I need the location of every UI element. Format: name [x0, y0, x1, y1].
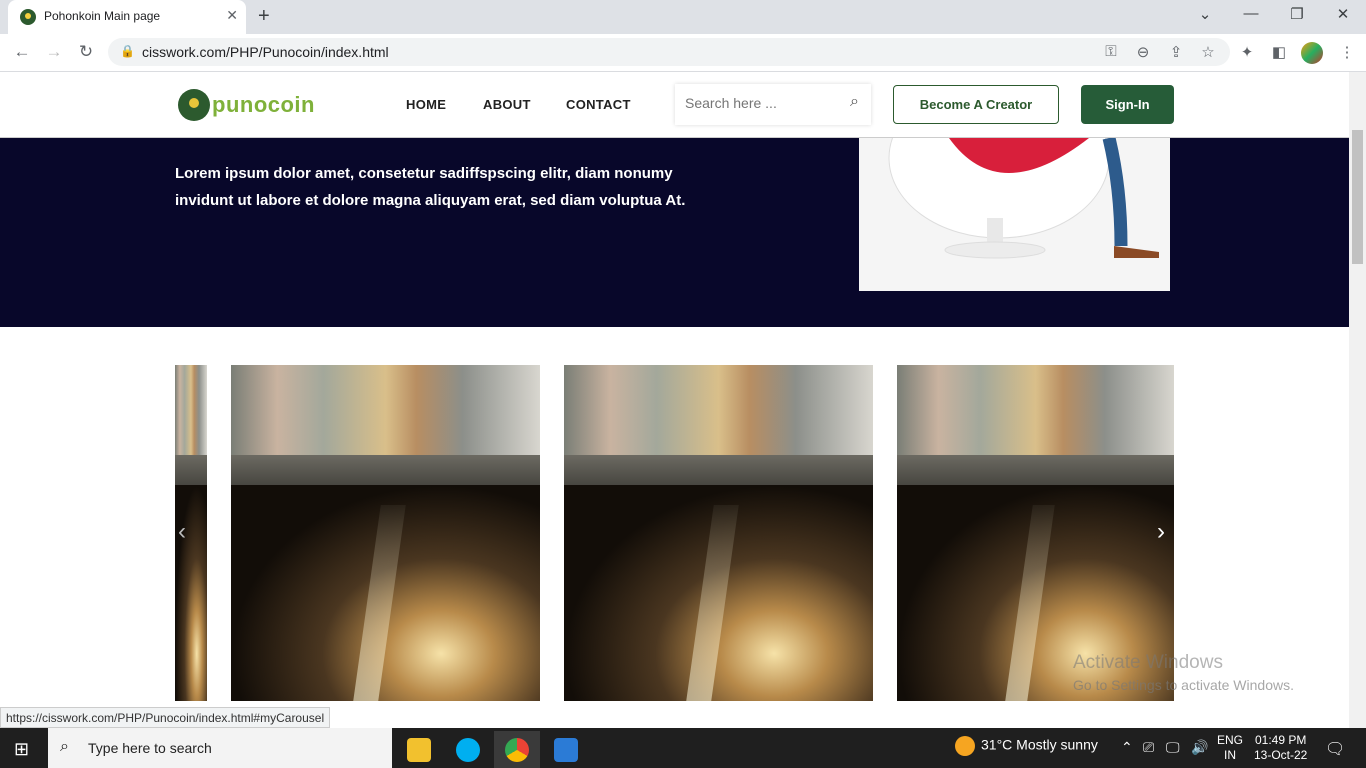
- taskbar-search[interactable]: ⌕ Type here to search: [48, 728, 392, 768]
- close-window-button[interactable]: ✕: [1320, 5, 1366, 23]
- minimize-window-button[interactable]: —: [1228, 5, 1274, 22]
- tab-search-chevron-icon[interactable]: ⌄: [1182, 5, 1228, 23]
- language-code: ENG: [1217, 733, 1244, 747]
- weather-widget[interactable]: 31°C Mostly sunny: [955, 736, 1098, 756]
- tab-close-icon[interactable]: ✕: [226, 7, 238, 24]
- file-explorer-icon[interactable]: [396, 731, 442, 768]
- nav-about[interactable]: ABOUT: [483, 97, 531, 112]
- browser-tab[interactable]: Pohonkoin Main page ✕: [8, 0, 246, 34]
- weather-text: 31°C Mostly sunny: [981, 736, 1098, 753]
- site-logo-text[interactable]: punocoin: [212, 92, 315, 118]
- site-favicon-icon: [20, 9, 36, 25]
- side-panel-icon[interactable]: ◧: [1268, 43, 1290, 61]
- clock-time: 01:49 PM: [1254, 733, 1307, 747]
- chrome-icon[interactable]: [494, 731, 540, 768]
- site-search-box: ⌕: [675, 84, 871, 125]
- tray-device-icon[interactable]: ⎚: [1143, 739, 1154, 756]
- activation-watermark-subtitle: Go to Settings to activate Windows.: [1073, 677, 1294, 693]
- tab-title: Pohonkoin Main page: [44, 9, 161, 23]
- extensions-puzzle-icon[interactable]: ✦: [1236, 43, 1258, 61]
- link-status-bar: https://cisswork.com/PHP/Punocoin/index.…: [0, 707, 331, 728]
- search-icon: ⌕: [60, 738, 69, 755]
- tray-chevron-icon[interactable]: ⌃: [1121, 739, 1133, 756]
- carousel-slide[interactable]: [564, 365, 873, 701]
- zoom-icon[interactable]: ⊖: [1132, 43, 1154, 61]
- restore-window-button[interactable]: ❐: [1274, 5, 1320, 23]
- hero-description: Lorem ipsum dolor amet, consetetur sadif…: [175, 165, 686, 209]
- new-tab-button[interactable]: +: [258, 5, 270, 28]
- lock-icon: 🔒: [120, 44, 135, 58]
- skype-icon[interactable]: [445, 731, 491, 768]
- profile-avatar[interactable]: [1301, 42, 1323, 64]
- punocoin-logo-icon[interactable]: [178, 89, 210, 121]
- carousel-next-chevron-icon[interactable]: ›: [1157, 518, 1165, 546]
- become-creator-button[interactable]: Become A Creator: [893, 85, 1059, 124]
- forward-arrow-icon[interactable]: →: [42, 42, 66, 62]
- photos-icon[interactable]: [543, 731, 589, 768]
- network-icon[interactable]: 🖵: [1166, 739, 1180, 756]
- activation-watermark-title: Activate Windows: [1073, 652, 1223, 673]
- windows-start-icon[interactable]: ⊞: [14, 739, 29, 760]
- weather-sun-icon: [955, 736, 975, 756]
- nav-home[interactable]: HOME: [406, 97, 446, 112]
- back-arrow-icon[interactable]: ←: [10, 42, 34, 62]
- bookmark-star-icon[interactable]: ☆: [1197, 43, 1219, 61]
- taskbar-search-placeholder: Type here to search: [88, 740, 212, 756]
- key-icon[interactable]: ⚿: [1100, 43, 1122, 60]
- language-indicator[interactable]: ENG IN: [1217, 733, 1243, 763]
- carousel-slide[interactable]: [231, 365, 540, 701]
- carousel-prev-chevron-icon[interactable]: ‹: [178, 518, 186, 546]
- site-search-input[interactable]: [685, 95, 835, 111]
- sign-in-button[interactable]: Sign-In: [1081, 85, 1174, 124]
- clock-date: 13-Oct-22: [1254, 748, 1308, 762]
- address-url[interactable]: cisswork.com/PHP/Punocoin/index.html: [142, 44, 389, 60]
- nav-contact[interactable]: CONTACT: [566, 97, 631, 112]
- carousel-slide[interactable]: [897, 365, 1174, 701]
- region-code: IN: [1224, 748, 1236, 762]
- search-icon[interactable]: ⌕: [850, 93, 859, 111]
- reload-icon[interactable]: ↻: [74, 42, 98, 62]
- notification-icon[interactable]: 🗨: [1325, 739, 1345, 759]
- taskbar-clock[interactable]: 01:49 PM 13-Oct-22: [1254, 733, 1307, 763]
- hero-image: [859, 138, 1170, 291]
- volume-icon[interactable]: 🔊: [1191, 739, 1208, 756]
- address-bar[interactable]: 🔒 cisswork.com/PHP/Punocoin/index.html: [108, 38, 1230, 66]
- scrollbar-thumb[interactable]: [1352, 130, 1363, 264]
- share-icon[interactable]: ⇪: [1165, 43, 1187, 61]
- menu-kebab-icon[interactable]: ⋮: [1336, 43, 1358, 61]
